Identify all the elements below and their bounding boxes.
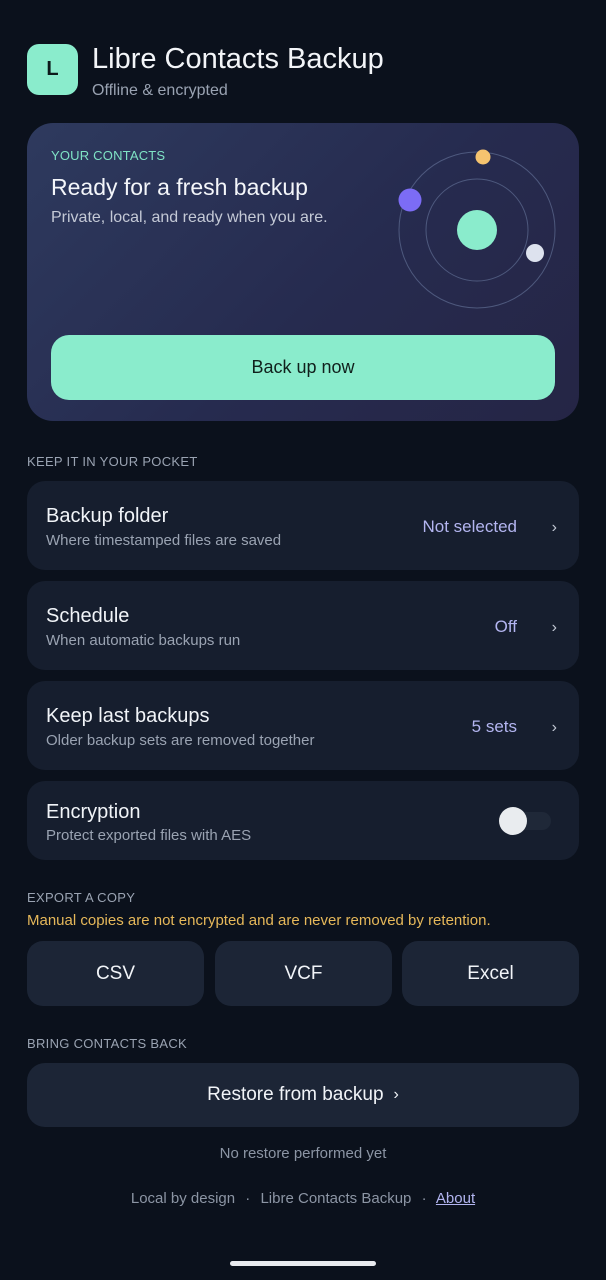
footer-separator: · — [245, 1190, 251, 1207]
export-csv-button[interactable]: CSV — [27, 941, 204, 1006]
footer-tagline: Local by design — [130, 1190, 236, 1207]
footer: Local by design · Libre Contacts Backup … — [0, 1190, 606, 1207]
hero-eyebrow: YOUR CONTACTS — [51, 148, 166, 163]
toggle-knob — [499, 807, 527, 835]
setting-backup-folder[interactable]: Backup folder Where timestamped files ar… — [27, 481, 579, 570]
setting-subtitle: When automatic backups run — [46, 632, 241, 649]
setting-encryption: Encryption Protect exported files with A… — [27, 781, 579, 860]
setting-subtitle: Where timestamped files are saved — [46, 532, 282, 549]
chevron-right-icon: › — [551, 619, 557, 636]
restore-status: No restore performed yet — [219, 1145, 387, 1162]
about-link[interactable]: About — [436, 1190, 475, 1207]
orbit-dot-yellow — [475, 149, 491, 165]
app-title: Libre Contacts Backup — [92, 43, 384, 75]
setting-subtitle: Older backup sets are removed together — [46, 732, 315, 749]
setting-keep-last-backups[interactable]: Keep last backups Older backup sets are … — [27, 681, 579, 770]
export-excel-button[interactable]: Excel — [402, 941, 579, 1006]
chevron-right-icon: › — [551, 519, 557, 536]
encryption-toggle[interactable] — [499, 807, 551, 835]
hero-card: YOUR CONTACTS Ready for a fresh backup P… — [27, 123, 579, 421]
setting-schedule[interactable]: Schedule When automatic backups run Off … — [27, 581, 579, 670]
footer-app-name: Libre Contacts Backup — [260, 1190, 412, 1207]
hero-title: Ready for a fresh backup — [51, 174, 308, 200]
chevron-right-icon: › — [393, 1086, 399, 1103]
orbit-dot-purple — [398, 188, 422, 212]
export-warning: Manual copies are not encrypted and are … — [27, 912, 491, 929]
setting-title: Keep last backups — [46, 705, 210, 727]
planet-core — [457, 210, 497, 250]
chevron-right-icon: › — [551, 719, 557, 736]
setting-title: Schedule — [46, 605, 130, 627]
export-vcf-button[interactable]: VCF — [215, 941, 392, 1006]
restore-from-backup-button[interactable]: Restore from backup › — [27, 1063, 579, 1127]
orbit-dot-white — [526, 244, 544, 262]
app-subtitle: Offline & encrypted — [92, 82, 228, 99]
section-label-settings: KEEP IT IN YOUR POCKET — [27, 454, 198, 469]
back-up-now-button[interactable]: Back up now — [51, 335, 555, 400]
setting-title: Backup folder — [46, 505, 169, 527]
orbit-illustration — [398, 149, 556, 309]
section-label-export: EXPORT A COPY — [27, 890, 136, 905]
setting-value: Off — [494, 617, 517, 636]
setting-value: 5 sets — [471, 717, 517, 736]
setting-title: Encryption — [46, 801, 141, 823]
footer-separator: · — [421, 1190, 427, 1207]
home-indicator[interactable] — [230, 1261, 376, 1266]
setting-value: Not selected — [422, 517, 518, 536]
app-logo: L — [27, 44, 78, 95]
hero-subtitle: Private, local, and ready when you are. — [51, 209, 328, 226]
setting-subtitle: Protect exported files with AES — [46, 827, 252, 844]
section-label-restore: BRING CONTACTS BACK — [27, 1036, 188, 1051]
restore-button-label: Restore from backup — [207, 1084, 384, 1105]
